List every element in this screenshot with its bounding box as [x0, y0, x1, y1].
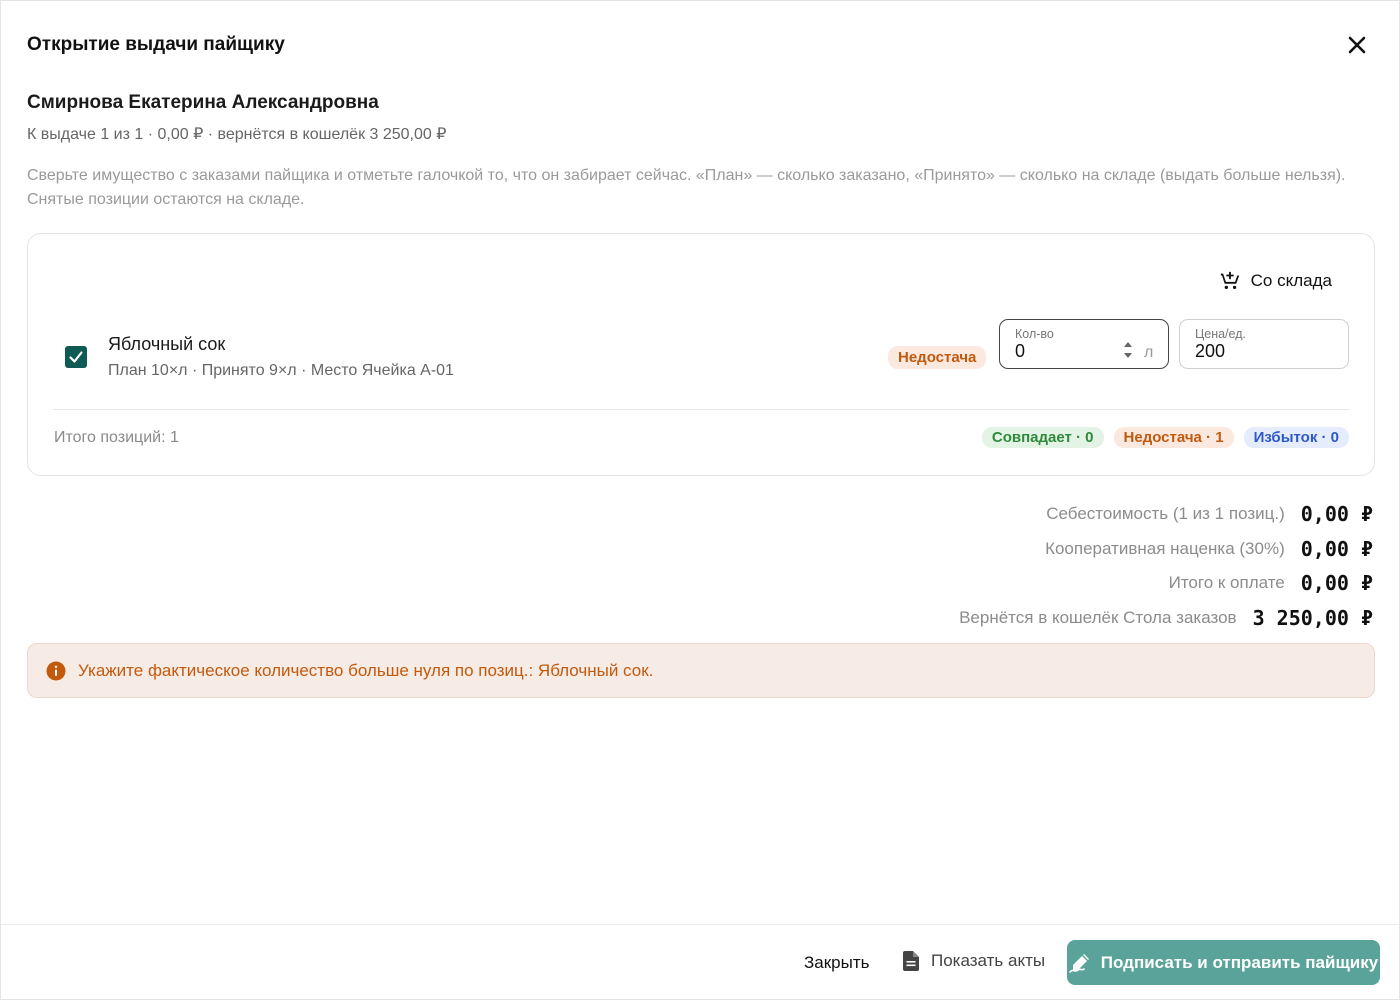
show-acts-button[interactable]: Показать акты	[903, 951, 1045, 971]
footer-divider	[1, 924, 1400, 925]
totals-block: Себестоимость (1 из 1 позиц.) 0,00 ₽ Коо…	[673, 497, 1373, 635]
instructions-text: Сверьте имущество с заказами пайщика и о…	[27, 167, 1346, 208]
match-badge: Совпадает · 0	[981, 427, 1104, 448]
show-acts-label: Показать акты	[931, 951, 1046, 970]
price-input[interactable]	[1195, 341, 1295, 362]
total-row: Вернётся в кошелёк Стола заказов 3 250,0…	[673, 601, 1373, 636]
total-row: Кооперативная наценка (30%) 0,00 ₽	[673, 532, 1373, 567]
total-label: Кооперативная наценка (30%)	[1045, 538, 1285, 558]
issue-dialog: Открытие выдачи пайщику Смирнова Екатери…	[0, 0, 1400, 1000]
items-card: Со склада Яблочный сок План 10×л · Приня…	[27, 233, 1375, 476]
info-icon	[46, 661, 66, 680]
shortage-badge: Недостача · 1	[1113, 427, 1234, 448]
from-stock-button[interactable]: Со склада	[1219, 270, 1332, 292]
total-value: 3 250,00 ₽	[1252, 605, 1373, 630]
check-icon	[69, 351, 83, 363]
card-divider	[53, 409, 1349, 410]
total-value: 0,00 ₽	[1300, 536, 1373, 561]
item-meta: План 10×л · Принято 9×л · Место Ячейка A…	[108, 362, 454, 379]
total-label: Итого к оплате	[1168, 573, 1285, 593]
total-label: Вернётся в кошелёк Стола заказов	[959, 607, 1237, 627]
quantity-input[interactable]	[1015, 341, 1115, 362]
total-row: Себестоимость (1 из 1 позиц.) 0,00 ₽	[673, 497, 1373, 532]
quantity-label: Кол-во	[1015, 327, 1054, 341]
alert-text: Укажите фактическое количество больше ну…	[78, 660, 654, 680]
close-button[interactable]	[1341, 29, 1373, 61]
sign-and-send-label: Подписать и отправить пайщику	[1100, 952, 1379, 972]
total-label: Себестоимость (1 из 1 позиц.)	[1046, 504, 1285, 524]
stepper-arrows-icon[interactable]	[1122, 337, 1134, 363]
cart-add-icon	[1220, 271, 1239, 290]
quantity-unit: л	[1144, 344, 1154, 361]
total-value: 0,00 ₽	[1300, 502, 1373, 527]
validation-alert: Укажите фактическое количество больше ну…	[27, 643, 1375, 698]
price-label: Цена/ед.	[1195, 327, 1246, 341]
total-positions: Итого позиций: 1	[54, 429, 179, 446]
total-row: Итого к оплате 0,00 ₽	[673, 566, 1373, 601]
dialog-title: Открытие выдачи пайщику	[27, 34, 285, 55]
from-stock-label: Со склада	[1250, 271, 1332, 290]
status-badge: Недостача	[888, 346, 987, 369]
summary-badges: Совпадает · 0 Недостача · 1 Избыток · 0	[981, 427, 1349, 448]
member-summary: К выдаче 1 из 1 · 0,00 ₽ · вернётся в ко…	[27, 126, 447, 143]
item-name: Яблочный сок	[108, 334, 226, 354]
item-checkbox[interactable]	[65, 346, 87, 368]
surplus-badge: Избыток · 0	[1243, 427, 1349, 448]
quantity-field: Кол-во л	[999, 319, 1169, 369]
member-name: Смирнова Екатерина Александровна	[27, 92, 379, 113]
close-text-button[interactable]: Закрыть	[804, 953, 869, 973]
price-field: Цена/ед.	[1179, 319, 1349, 369]
total-value: 0,00 ₽	[1300, 571, 1373, 596]
close-icon	[1348, 36, 1366, 54]
document-icon	[903, 951, 919, 971]
sign-and-send-button[interactable]: Подписать и отправить пайщику	[1067, 940, 1380, 985]
signature-icon	[1068, 953, 1089, 973]
